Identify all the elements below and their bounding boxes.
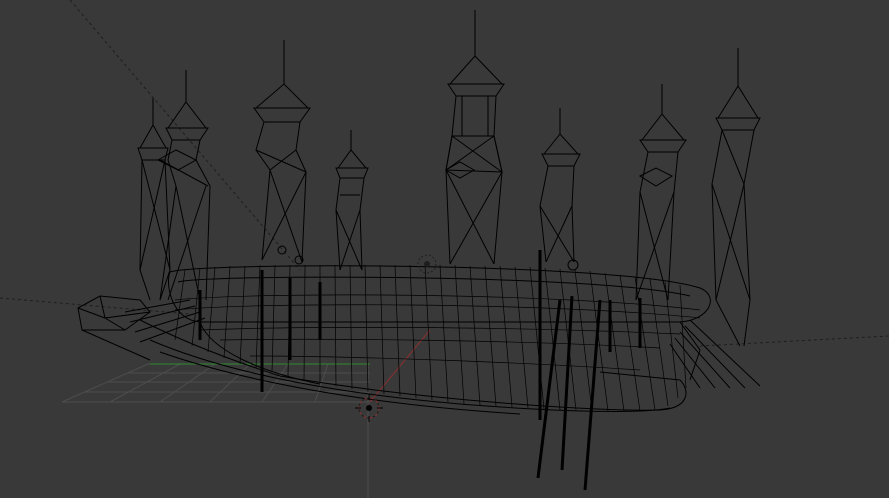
tower-1 [137, 98, 171, 301]
guide-lines [0, 0, 889, 347]
wireframe-scene[interactable] [0, 0, 889, 498]
bow-box [77, 295, 151, 361]
tower-5 [444, 10, 505, 265]
tower-4 [294, 130, 369, 271]
posts [198, 250, 642, 491]
object-origin-icon[interactable] [417, 254, 437, 274]
tower-3 [253, 40, 311, 263]
3d-viewport[interactable] [0, 0, 889, 498]
tower-8 [711, 48, 761, 347]
tower-6 [539, 108, 581, 271]
tower-7 [635, 84, 687, 301]
